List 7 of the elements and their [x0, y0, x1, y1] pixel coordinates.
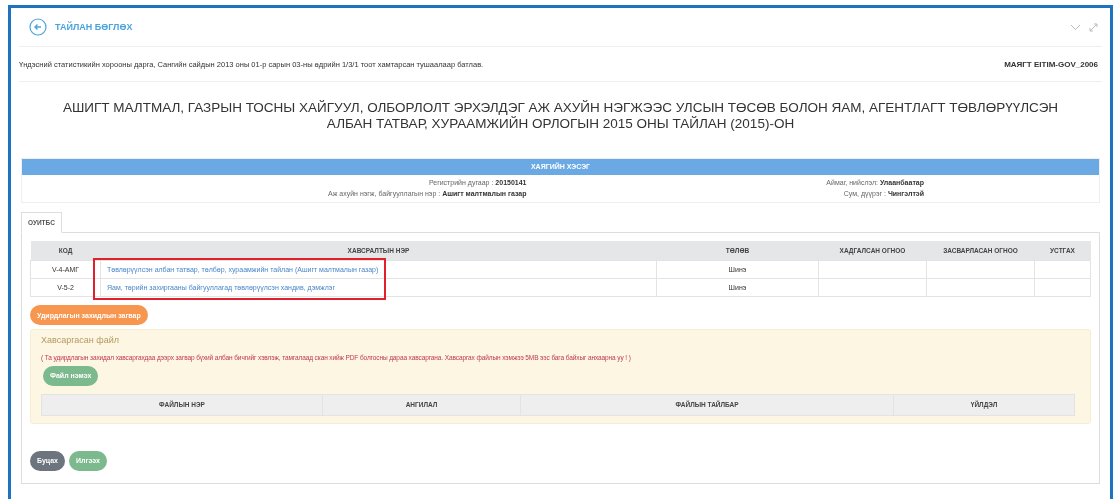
expand-icon[interactable]	[1089, 22, 1098, 32]
form-code: МАЯГТ EITIM-GOV_2006	[1004, 59, 1098, 69]
back-icon[interactable]	[29, 18, 47, 36]
chevron-down-icon[interactable]	[1070, 23, 1081, 31]
report-title: АШИГТ МАЛТМАЛ, ГАЗРЫН ТОСНЫ ХАЙГУУЛ, ОЛБОРЛОЛТ ЭРХЭЛДЭГ АЖ АХУЙН НЭГЖЭЭС УЛСЫН ТӨСӨВ БОЛОН ЯАМ, АГЕНТЛАГТ ТӨВЛӨРҮҮЛСЭН АЛБАН ТАТВАР, ХУРААМЖИЙН ОРЛОГЫН 2015 ОНЫ ТАЙЛАН (2015)-ОН	[61, 99, 1060, 133]
section-title: Хавсаргасан файл	[41, 335, 120, 345]
page-title: ТАЙЛАН БӨГЛӨХ	[55, 22, 133, 32]
